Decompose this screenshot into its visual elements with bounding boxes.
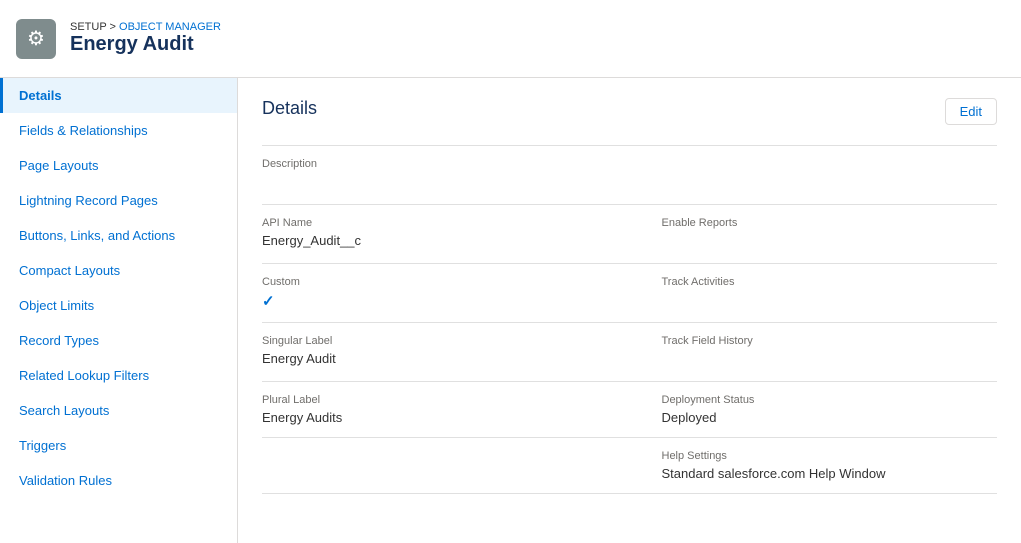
- detail-grid: Description API Name Energy_Audit__c Ena…: [262, 145, 997, 494]
- help-settings-value: Standard salesforce.com Help Window: [662, 466, 982, 481]
- breadcrumb-separator: >: [110, 21, 119, 33]
- sidebar-item-page-layouts[interactable]: Page Layouts: [0, 148, 237, 183]
- sidebar-item-search-layouts[interactable]: Search Layouts: [0, 393, 237, 428]
- track-field-history-field: Track Field History: [630, 323, 998, 382]
- track-activities-label: Track Activities: [662, 276, 982, 288]
- content-area: Details Edit Description API Name Energy…: [238, 78, 1021, 543]
- help-settings-label: Help Settings: [662, 450, 982, 462]
- breadcrumb-object-manager[interactable]: OBJECT MANAGER: [119, 21, 221, 33]
- sidebar-item-details[interactable]: Details: [0, 78, 237, 113]
- sidebar-item-record-types[interactable]: Record Types: [0, 323, 237, 358]
- track-activities-value: [662, 292, 982, 310]
- sidebar: Details Fields & Relationships Page Layo…: [0, 78, 238, 543]
- plural-label-value: Energy Audits: [262, 410, 614, 425]
- custom-field: Custom ✓: [262, 264, 630, 323]
- singular-label-label: Singular Label: [262, 335, 614, 347]
- deployment-status-value: Deployed: [662, 410, 982, 425]
- deployment-status-field: Deployment Status Deployed: [630, 382, 998, 438]
- object-icon: ⚙: [16, 19, 56, 59]
- sidebar-item-related-lookup-filters[interactable]: Related Lookup Filters: [0, 358, 237, 393]
- plural-label-field: Plural Label Energy Audits: [262, 382, 630, 438]
- track-field-history-label: Track Field History: [662, 335, 982, 347]
- plural-label-label: Plural Label: [262, 394, 614, 406]
- description-label: Description: [262, 158, 981, 170]
- description-field: Description: [262, 146, 997, 205]
- api-name-value: Energy_Audit__c: [262, 233, 614, 248]
- details-title: Details: [262, 98, 317, 119]
- details-header: Details Edit: [262, 98, 997, 125]
- deployment-status-label: Deployment Status: [662, 394, 982, 406]
- header-text: SETUP > OBJECT MANAGER Energy Audit: [70, 21, 221, 56]
- sidebar-item-object-limits[interactable]: Object Limits: [0, 288, 237, 323]
- help-settings-field: Help Settings Standard salesforce.com He…: [630, 438, 998, 494]
- api-name-field: API Name Energy_Audit__c: [262, 205, 630, 264]
- enable-reports-label: Enable Reports: [662, 217, 982, 229]
- track-field-history-value: [662, 351, 982, 369]
- custom-value: ✓: [262, 292, 614, 310]
- edit-button[interactable]: Edit: [945, 98, 997, 125]
- track-activities-field: Track Activities: [630, 264, 998, 323]
- sidebar-item-buttons-links-actions[interactable]: Buttons, Links, and Actions: [0, 218, 237, 253]
- breadcrumb-setup: SETUP: [70, 21, 106, 33]
- enable-reports-field: Enable Reports: [630, 205, 998, 264]
- main-layout: Details Fields & Relationships Page Layo…: [0, 78, 1021, 543]
- empty-left-cell: [262, 438, 630, 494]
- breadcrumb: SETUP > OBJECT MANAGER: [70, 21, 221, 33]
- page-title: Energy Audit: [70, 33, 221, 56]
- sidebar-item-triggers[interactable]: Triggers: [0, 428, 237, 463]
- singular-label-field: Singular Label Energy Audit: [262, 323, 630, 382]
- sidebar-item-lightning-record-pages[interactable]: Lightning Record Pages: [0, 183, 237, 218]
- enable-reports-value: [662, 233, 982, 251]
- api-name-label: API Name: [262, 217, 614, 229]
- description-value: [262, 174, 981, 192]
- sidebar-item-compact-layouts[interactable]: Compact Layouts: [0, 253, 237, 288]
- sidebar-item-fields-relationships[interactable]: Fields & Relationships: [0, 113, 237, 148]
- custom-label: Custom: [262, 276, 614, 288]
- singular-label-value: Energy Audit: [262, 351, 614, 366]
- sidebar-item-validation-rules[interactable]: Validation Rules: [0, 463, 237, 498]
- page-header: ⚙ SETUP > OBJECT MANAGER Energy Audit: [0, 0, 1021, 78]
